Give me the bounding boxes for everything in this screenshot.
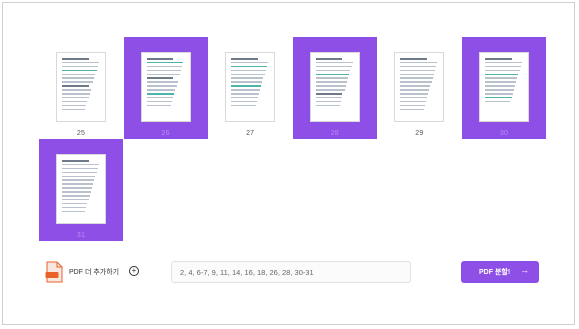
add-more-pdf-link[interactable]: PDF 더 추가하기 [69, 267, 119, 277]
plus-circle-icon[interactable]: + [129, 266, 139, 276]
page-thumbnail[interactable]: 26 [123, 37, 208, 139]
page-number-label: 29 [415, 130, 424, 137]
page-thumbnail[interactable]: 25 [39, 37, 123, 139]
page-preview [309, 52, 360, 122]
split-pdf-panel: 25 26 27 28 29 30 31 PDF 더 추가하기 + PDF 분할! → [39, 37, 546, 292]
page-number-label: 26 [161, 130, 170, 137]
page-preview [479, 52, 529, 122]
split-button-label: PDF 분할! [479, 269, 511, 276]
window-frame: 25 26 27 28 29 30 31 PDF 더 추가하기 + PDF 분할! → [2, 2, 575, 325]
page-number-label: 27 [246, 130, 255, 137]
action-bar: PDF 더 추가하기 + PDF 분할! → [39, 255, 546, 289]
page-thumbnail[interactable]: 27 [208, 37, 292, 139]
page-thumbnail-grid: 25 26 27 28 29 30 31 [39, 37, 546, 242]
page-preview [394, 52, 445, 122]
arrow-right-icon: → [520, 265, 529, 275]
page-thumbnail[interactable]: 31 [39, 139, 123, 241]
page-preview [225, 52, 276, 122]
page-number-label: 28 [330, 130, 339, 137]
page-thumbnail[interactable]: 28 [292, 37, 377, 139]
page-number-label: 30 [499, 130, 509, 137]
page-preview [56, 154, 106, 224]
page-thumbnail[interactable]: 30 [462, 37, 546, 139]
page-number-label: 25 [76, 130, 86, 137]
page-preview [140, 52, 191, 122]
page-number-label: 31 [76, 232, 86, 239]
page-thumbnail[interactable]: 29 [377, 37, 461, 139]
split-pdf-button[interactable]: PDF 분할! → [461, 261, 539, 283]
page-range-input[interactable] [171, 261, 411, 283]
page-preview [56, 52, 106, 122]
pdf-file-icon[interactable] [45, 261, 63, 283]
